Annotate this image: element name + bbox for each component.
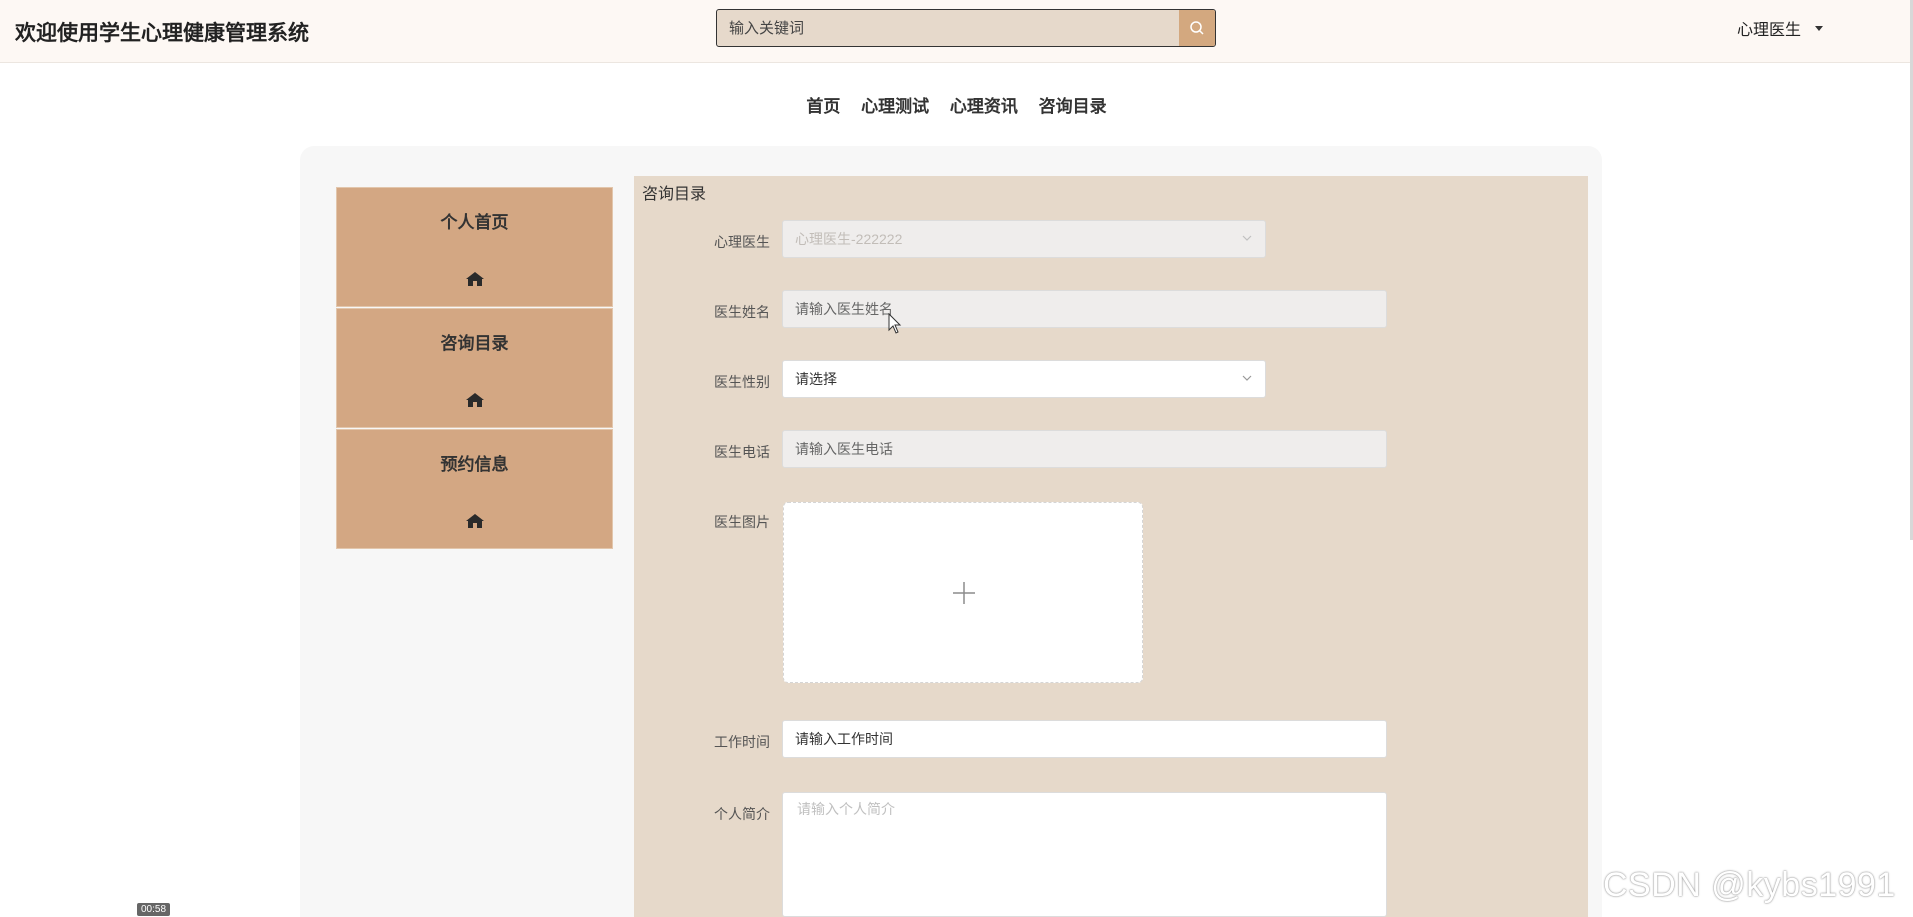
- sidebar-item-personal-home[interactable]: 个人首页: [336, 187, 613, 307]
- work-time-value: 请输入工作时间: [795, 731, 893, 747]
- form-area: 咨询目录 心理医生 心理医生-222222 医生姓名 请输入医生姓名 医生性别 …: [634, 176, 1588, 917]
- doctor-phone-value: 请输入医生电话: [795, 441, 893, 457]
- doctor-name-value: 请输入医生姓名: [795, 301, 893, 317]
- work-time-field[interactable]: 请输入工作时间: [782, 720, 1387, 758]
- bio-textarea[interactable]: 请输入个人简介: [782, 792, 1387, 917]
- video-timestamp: 00:58: [137, 903, 171, 916]
- bio-placeholder: 请输入个人简介: [797, 801, 895, 817]
- caret-down-icon: [1815, 25, 1824, 31]
- top-bar: 欢迎使用学生心理健康管理系统 心理医生: [0, 0, 1913, 63]
- search-button[interactable]: [1179, 10, 1215, 46]
- nav-item-consult-directory[interactable]: 咨询目录: [1039, 92, 1107, 117]
- field-label-doctor-photo: 医生图片: [714, 514, 770, 530]
- watermark: CSDN @kybs1991: [1603, 866, 1896, 904]
- user-menu[interactable]: 心理医生: [1737, 16, 1824, 40]
- search-box: [716, 9, 1216, 47]
- sidebar-item-appointment-info[interactable]: 预约信息: [336, 429, 613, 549]
- sidebar-item-label: 个人首页: [440, 213, 509, 232]
- field-label-bio: 个人简介: [714, 806, 770, 822]
- sidebar-item-label: 咨询目录: [440, 334, 509, 353]
- nav-item-home[interactable]: 首页: [806, 92, 840, 117]
- field-label-work-time: 工作时间: [714, 734, 770, 750]
- nav-item-psych-test[interactable]: 心理测试: [861, 92, 929, 117]
- doctor-select: 心理医生-222222: [782, 220, 1266, 258]
- home-icon: [466, 393, 484, 407]
- site-title: 欢迎使用学生心理健康管理系统: [15, 22, 309, 45]
- search-icon: [1190, 21, 1204, 35]
- doctor-photo-upload[interactable]: [783, 502, 1143, 683]
- field-label-doctor-phone: 医生电话: [714, 444, 770, 460]
- section-title: 咨询目录: [642, 186, 707, 203]
- plus-icon: [953, 582, 975, 604]
- doctor-gender-value: 请选择: [795, 371, 837, 387]
- main-nav: 首页 心理测试 心理资讯 咨询目录: [0, 92, 1913, 117]
- doctor-gender-select[interactable]: 请选择: [782, 360, 1266, 398]
- field-label-doctor-name: 医生姓名: [714, 304, 770, 320]
- sidebar-item-label: 预约信息: [440, 455, 509, 474]
- home-icon: [466, 272, 484, 286]
- user-label: 心理医生: [1737, 22, 1802, 39]
- mouse-cursor-icon: [888, 313, 902, 334]
- chevron-down-icon: [1242, 375, 1252, 381]
- doctor-name-field[interactable]: 请输入医生姓名: [782, 290, 1387, 328]
- nav-item-psych-news[interactable]: 心理资讯: [950, 92, 1018, 117]
- sidebar-item-consult-directory[interactable]: 咨询目录: [336, 308, 613, 428]
- field-label-doctor-gender: 医生性别: [714, 374, 770, 390]
- doctor-phone-field[interactable]: 请输入医生电话: [782, 430, 1387, 468]
- doctor-select-value: 心理医生-222222: [795, 231, 903, 247]
- chevron-down-icon: [1242, 235, 1252, 241]
- home-icon: [466, 514, 484, 528]
- search-input[interactable]: [717, 10, 1172, 46]
- sidebar: 个人首页 咨询目录 预约信息: [336, 187, 613, 549]
- field-label-doctor: 心理医生: [714, 234, 770, 250]
